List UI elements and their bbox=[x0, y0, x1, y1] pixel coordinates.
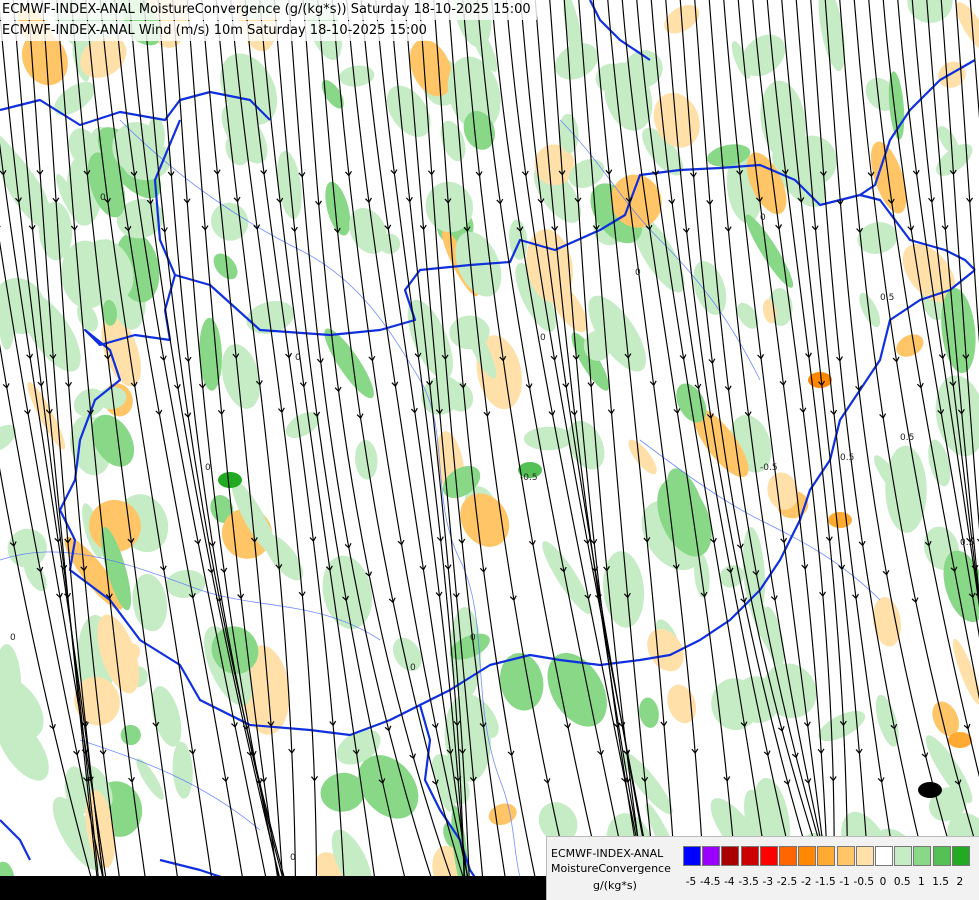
legend-swatch bbox=[836, 846, 855, 866]
color-legend: ECMWF-INDEX-ANAL MoistureConvergence g/(… bbox=[546, 836, 979, 900]
bottom-strip bbox=[0, 876, 546, 900]
legend-tick-label: -5 bbox=[685, 876, 697, 888]
legend-parameter: MoistureConvergence bbox=[551, 862, 671, 875]
legend-swatch bbox=[894, 846, 913, 866]
contour-label: 0 bbox=[540, 333, 546, 343]
contour-label: 0 bbox=[470, 633, 476, 643]
legend-swatch bbox=[875, 846, 893, 866]
legend-swatch bbox=[932, 846, 951, 866]
legend-swatch bbox=[913, 846, 932, 866]
legend-swatch bbox=[817, 846, 836, 866]
contour-label: 0 bbox=[100, 193, 106, 203]
legend-swatch bbox=[740, 846, 759, 866]
weather-map: 0 0 0 0 0 0 0 0 0 0 0.5 0.5 -0.5 -0.5 0.5 0.5 ECMWF-IND… bbox=[0, 0, 979, 900]
legend-tick-label: 0.5 bbox=[893, 876, 911, 888]
field-core bbox=[828, 512, 852, 528]
map-canvas: 0 0 0 0 0 0 0 0 0 0 0.5 0.5 -0.5 -0.5 0.5 0.5 bbox=[0, 0, 979, 900]
legend-tick-label: -0.5 bbox=[853, 876, 875, 888]
legend-swatch bbox=[798, 846, 817, 866]
legend-tick-label: -2 bbox=[800, 876, 812, 888]
legend-tick-label: -3 bbox=[762, 876, 774, 888]
contour-label: 0 bbox=[10, 633, 16, 643]
legend-tick-label: -4.5 bbox=[699, 876, 721, 888]
legend-swatch bbox=[683, 846, 701, 866]
field-core bbox=[948, 732, 972, 748]
contour-label: 0.5 bbox=[880, 293, 894, 303]
legend-swatch bbox=[702, 846, 721, 866]
map-title-moisture: ECMWF-INDEX-ANAL MoistureConvergence (g/… bbox=[0, 0, 537, 20]
contour-label: 0 bbox=[410, 663, 416, 673]
legend-swatch bbox=[855, 846, 874, 866]
legend-source: ECMWF-INDEX-ANAL bbox=[551, 847, 664, 860]
field-core bbox=[218, 472, 242, 488]
contour-label: 0 bbox=[635, 268, 641, 278]
legend-swatch bbox=[759, 846, 778, 866]
legend-swatch bbox=[779, 846, 797, 866]
legend-swatch bbox=[951, 846, 970, 866]
contour-label: -0.5 bbox=[520, 473, 538, 483]
legend-tick-label: 1 bbox=[918, 876, 925, 888]
contour-label: 0.5 bbox=[840, 453, 854, 463]
legend-tick-label: -1.5 bbox=[815, 876, 836, 888]
legend-tick-label: -3.5 bbox=[738, 876, 759, 888]
legend-tick-label: 2 bbox=[956, 876, 964, 888]
contour-label: 0.5 bbox=[960, 538, 974, 548]
map-title-wind: ECMWF-INDEX-ANAL Wind (m/s) 10m Saturday… bbox=[0, 21, 433, 41]
legend-swatch bbox=[721, 846, 740, 866]
legend-tick-label: -2.5 bbox=[776, 876, 798, 888]
contour-label: 0.5 bbox=[900, 433, 914, 443]
field-core bbox=[918, 782, 942, 798]
contour-label: -0.5 bbox=[760, 463, 778, 473]
contour-label: 0 bbox=[295, 353, 301, 363]
legend-tick-label: -4 bbox=[724, 876, 735, 888]
contour-label: 0 bbox=[290, 853, 296, 863]
legend-tick-label: 1.5 bbox=[932, 876, 949, 888]
legend-tick-label: 0 bbox=[879, 876, 887, 888]
legend-unit: g/(kg*s) bbox=[593, 879, 637, 892]
legend-tick-label: -1 bbox=[839, 876, 850, 888]
contour-label: 0 bbox=[205, 463, 211, 473]
contour-label: 0 bbox=[760, 213, 766, 223]
